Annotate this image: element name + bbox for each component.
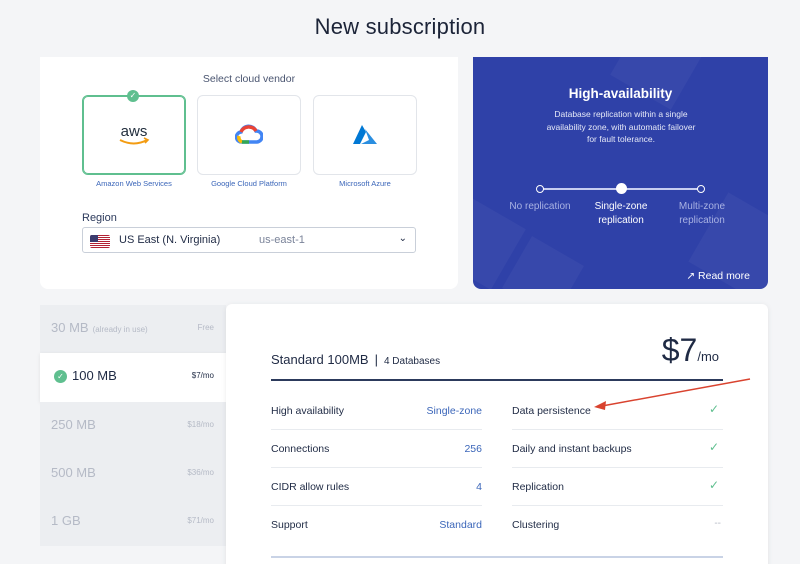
arrow-up-right-icon: ↗ xyxy=(686,270,696,282)
slider-option-no-replication[interactable] xyxy=(536,185,544,193)
divider xyxy=(271,556,723,558)
vendor-label-gcp: Google Cloud Platform xyxy=(211,179,287,188)
feature-row: Support Standard xyxy=(271,519,482,531)
check-icon: ✓ xyxy=(708,440,719,454)
feature-row: Replication ✓ xyxy=(512,468,723,506)
vendor-gcp[interactable] xyxy=(197,95,301,175)
option-no-replication[interactable]: No replication xyxy=(507,200,573,214)
chevron-down-icon: ⌄ xyxy=(398,233,407,244)
option-single-zone[interactable]: Single-zone replication xyxy=(583,200,659,228)
slider-option-multi-zone[interactable] xyxy=(697,185,705,193)
option-multi-zone[interactable]: Multi-zone replication xyxy=(669,200,735,228)
azure-icon xyxy=(314,96,416,174)
ha-description: Database replication within a single ava… xyxy=(546,109,696,144)
plan-price: $7/mo xyxy=(661,332,719,368)
google-cloud-icon xyxy=(198,96,300,174)
vendor-label-aws: Amazon Web Services xyxy=(96,179,172,188)
plan-100mb[interactable]: ✓ 100 MB $7/mo xyxy=(40,353,226,402)
region-select[interactable]: US East (N. Virginia) us-east-1 ⌄ xyxy=(82,227,416,253)
region-code: us-east-1 xyxy=(259,234,305,246)
read-more-link[interactable]: ↗ Read more xyxy=(686,270,750,282)
decorative-hexagon xyxy=(610,57,706,110)
slider-option-single-zone[interactable] xyxy=(616,183,627,194)
aws-logo-icon: aws xyxy=(83,96,185,174)
us-flag-icon xyxy=(90,235,110,248)
region-label: Region xyxy=(82,212,117,224)
vendor-card: Select cloud vendor ✓ aws Amazon Web Ser… xyxy=(40,57,458,289)
plan-detail-card: Standard 100MB | 4 Databases $7/mo High av… xyxy=(226,304,768,564)
vendor-azure[interactable] xyxy=(313,95,417,175)
region-name: US East (N. Virginia) xyxy=(119,234,221,246)
vendor-title: Select cloud vendor xyxy=(202,73,296,85)
feature-row: Daily and instant backups ✓ xyxy=(512,430,723,468)
annotation-arrow-icon xyxy=(594,378,751,410)
plan-250mb[interactable]: 250 MB $18/mo xyxy=(40,402,226,450)
feature-row: CIDR allow rules 4 xyxy=(271,468,482,506)
plan-title: Standard 100MB | 4 Databases xyxy=(271,352,441,367)
svg-text:aws: aws xyxy=(121,123,148,140)
vendor-aws[interactable]: ✓ aws xyxy=(82,90,186,175)
plan-500mb[interactable]: 500 MB $36/mo xyxy=(40,450,226,498)
plan-1gb[interactable]: 1 GB $71/mo xyxy=(40,498,226,546)
feature-row: Clustering -- xyxy=(512,518,721,531)
ha-title: High-availability xyxy=(568,86,673,101)
page-title: New subscription xyxy=(314,14,486,39)
feature-row: High availability Single-zone xyxy=(271,392,482,430)
plan-30mb: 30 MB (already in use) Free xyxy=(40,305,226,353)
check-icon: ✓ xyxy=(708,478,719,492)
high-availability-card: High-availability Database replication w… xyxy=(473,57,768,289)
vendor-label-azure: Microsoft Azure xyxy=(339,179,391,188)
feature-row: Connections 256 xyxy=(271,430,482,468)
check-circle-icon: ✓ xyxy=(54,370,67,383)
